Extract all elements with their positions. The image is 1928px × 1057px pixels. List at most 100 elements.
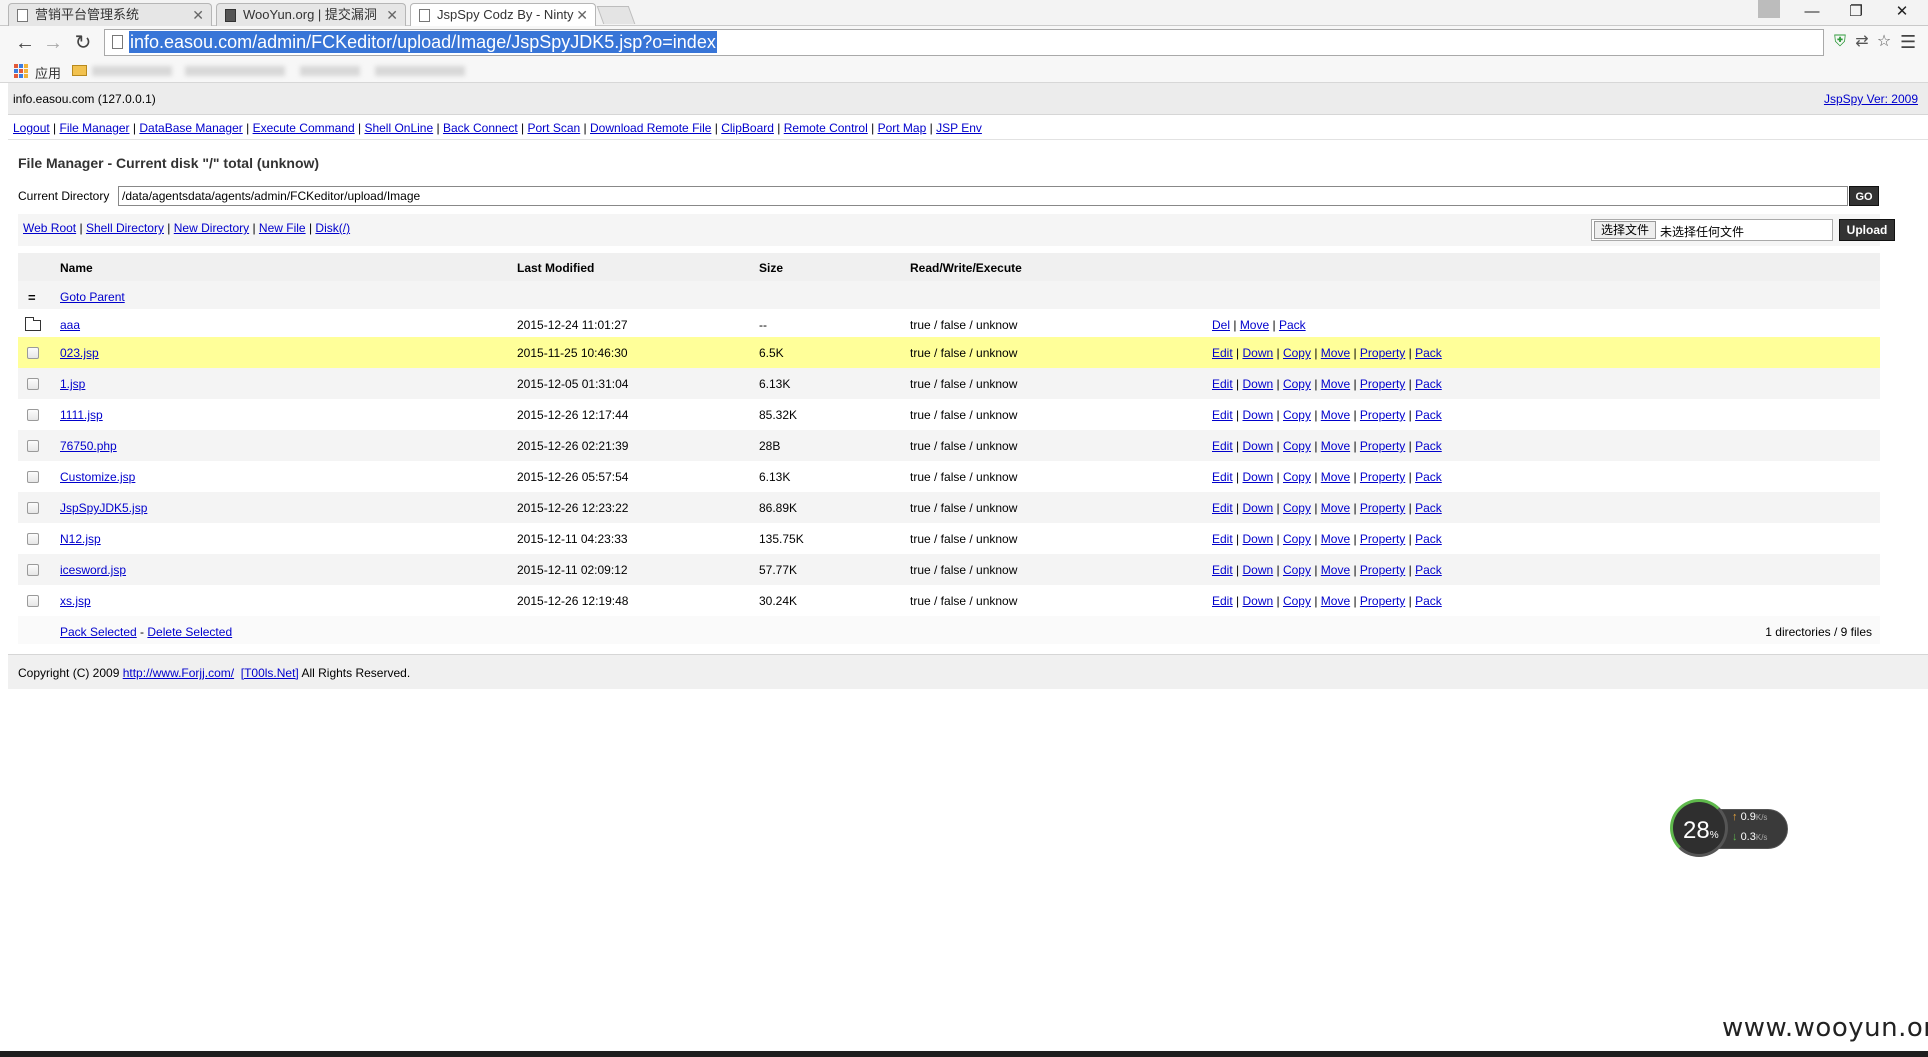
pack-link[interactable]: Pack — [1415, 532, 1442, 546]
close-icon[interactable]: ✕ — [192, 4, 204, 26]
download-link[interactable]: Down — [1242, 439, 1273, 453]
web-root-link[interactable]: Web Root — [23, 221, 76, 235]
nav-shell-online[interactable]: Shell OnLine — [364, 121, 433, 135]
translate-icon[interactable]: ⇄ — [1853, 33, 1871, 51]
download-link[interactable]: Down — [1242, 532, 1273, 546]
copy-link[interactable]: Copy — [1283, 470, 1311, 484]
pack-link[interactable]: Pack — [1415, 408, 1442, 422]
move-link[interactable]: Move — [1321, 439, 1350, 453]
star-icon[interactable]: ☆ — [1875, 33, 1893, 51]
nav-jsp-env[interactable]: JSP Env — [936, 121, 982, 135]
copy-link[interactable]: Copy — [1283, 563, 1311, 577]
nav-clipboard[interactable]: ClipBoard — [721, 121, 774, 135]
file-name-link[interactable]: JspSpyJDK5.jsp — [60, 501, 147, 515]
tab-marketing-platform[interactable]: 营销平台管理系统 ✕ — [8, 3, 212, 26]
file-checkbox[interactable] — [27, 409, 39, 421]
disk-link[interactable]: Disk(/) — [315, 221, 350, 235]
file-name-link[interactable]: N12.jsp — [60, 532, 101, 546]
reload-icon[interactable]: ↻ — [70, 30, 96, 56]
move-link[interactable]: Move — [1321, 408, 1350, 422]
shield-icon[interactable]: ⛨ — [1831, 33, 1849, 51]
pack-link[interactable]: Pack — [1415, 470, 1442, 484]
move-link[interactable]: Move — [1321, 470, 1350, 484]
copy-link[interactable]: Copy — [1283, 346, 1311, 360]
copy-link[interactable]: Copy — [1283, 594, 1311, 608]
close-icon[interactable]: ✕ — [386, 4, 398, 26]
tab-jspspy[interactable]: JspSpy Codz By - Ninty ✕ — [410, 3, 596, 27]
edit-link[interactable]: Edit — [1212, 377, 1233, 391]
back-arrow-icon[interactable]: ← — [12, 30, 38, 56]
nav-execute-command[interactable]: Execute Command — [253, 121, 355, 135]
url-text[interactable]: info.easou.com/admin/FCKeditor/upload/Im… — [129, 31, 717, 53]
version-link[interactable]: JspSpy Ver: 2009 — [1824, 92, 1918, 106]
property-link[interactable]: Property — [1360, 377, 1405, 391]
property-link[interactable]: Property — [1360, 470, 1405, 484]
apps-grid-icon[interactable] — [14, 64, 28, 78]
file-name-link[interactable]: 1111.jsp — [60, 408, 103, 422]
pack-link[interactable]: Pack — [1415, 377, 1442, 391]
forward-arrow-icon[interactable]: → — [40, 30, 66, 56]
file-checkbox[interactable] — [27, 564, 39, 576]
download-link[interactable]: Down — [1242, 563, 1273, 577]
file-checkbox[interactable] — [27, 595, 39, 607]
shell-directory-link[interactable]: Shell Directory — [86, 221, 164, 235]
address-bar[interactable]: info.easou.com/admin/FCKeditor/upload/Im… — [104, 29, 1891, 56]
apps-bookmark[interactable]: 应用 — [35, 63, 61, 82]
move-link[interactable]: Move — [1240, 318, 1269, 332]
move-link[interactable]: Move — [1321, 501, 1350, 515]
download-link[interactable]: Down — [1242, 501, 1273, 515]
download-link[interactable]: Down — [1242, 594, 1273, 608]
edit-link[interactable]: Edit — [1212, 501, 1233, 515]
property-link[interactable]: Property — [1360, 563, 1405, 577]
close-icon[interactable]: ✕ — [576, 4, 588, 26]
profile-icon[interactable] — [1758, 0, 1780, 18]
nav-download-remote-file[interactable]: Download Remote File — [590, 121, 711, 135]
edit-link[interactable]: Edit — [1212, 594, 1233, 608]
go-button[interactable]: GO — [1849, 186, 1879, 206]
property-link[interactable]: Property — [1360, 594, 1405, 608]
nav-remote-control[interactable]: Remote Control — [784, 121, 868, 135]
edit-link[interactable]: Edit — [1212, 408, 1233, 422]
nav-database-manager[interactable]: DataBase Manager — [139, 121, 242, 135]
file-name-link[interactable]: 1.jsp — [60, 377, 85, 391]
directory-name-link[interactable]: aaa — [60, 318, 80, 332]
blurred-bookmark[interactable] — [185, 66, 285, 76]
copy-link[interactable]: Copy — [1283, 501, 1311, 515]
edit-link[interactable]: Edit — [1212, 346, 1233, 360]
file-checkbox[interactable] — [27, 378, 39, 390]
folder-icon[interactable] — [72, 65, 87, 76]
tab-wooyun[interactable]: WooYun.org | 提交漏洞 ✕ — [216, 3, 406, 26]
edit-link[interactable]: Edit — [1212, 470, 1233, 484]
copy-link[interactable]: Copy — [1283, 532, 1311, 546]
file-name-link[interactable]: Customize.jsp — [60, 470, 135, 484]
edit-link[interactable]: Edit — [1212, 439, 1233, 453]
move-link[interactable]: Move — [1321, 346, 1350, 360]
file-name-link[interactable]: 76750.php — [60, 439, 117, 453]
blurred-bookmark[interactable] — [375, 66, 465, 76]
restore-icon[interactable]: ❐ — [1834, 0, 1878, 24]
property-link[interactable]: Property — [1360, 439, 1405, 453]
pack-link[interactable]: Pack — [1415, 594, 1442, 608]
file-chooser[interactable]: 选择文件 未选择任何文件 — [1591, 219, 1833, 241]
goto-parent-link[interactable]: Goto Parent — [60, 290, 125, 304]
file-checkbox[interactable] — [27, 347, 39, 359]
current-directory-input[interactable]: /data/agentsdata/agents/admin/FCKeditor/… — [118, 186, 1848, 206]
nav-port-map[interactable]: Port Map — [878, 121, 927, 135]
edit-link[interactable]: Edit — [1212, 563, 1233, 577]
blurred-bookmark[interactable] — [92, 66, 172, 76]
blurred-bookmark[interactable] — [300, 66, 360, 76]
copy-link[interactable]: Copy — [1283, 408, 1311, 422]
download-link[interactable]: Down — [1242, 408, 1273, 422]
file-checkbox[interactable] — [27, 440, 39, 452]
pack-link[interactable]: Pack — [1415, 439, 1442, 453]
download-link[interactable]: Down — [1242, 470, 1273, 484]
t00ls-link[interactable]: [T00ls.Net] — [241, 666, 299, 680]
property-link[interactable]: Property — [1360, 501, 1405, 515]
property-link[interactable]: Property — [1360, 408, 1405, 422]
delete-link[interactable]: Del — [1212, 318, 1230, 332]
pack-link[interactable]: Pack — [1415, 501, 1442, 515]
menu-icon[interactable]: ☰ — [1900, 32, 1916, 53]
network-speed-widget[interactable]: 28% ↑ 0.9K/s ↓ 0.3K/s — [1670, 799, 1788, 857]
download-link[interactable]: Down — [1242, 346, 1273, 360]
file-checkbox[interactable] — [27, 471, 39, 483]
